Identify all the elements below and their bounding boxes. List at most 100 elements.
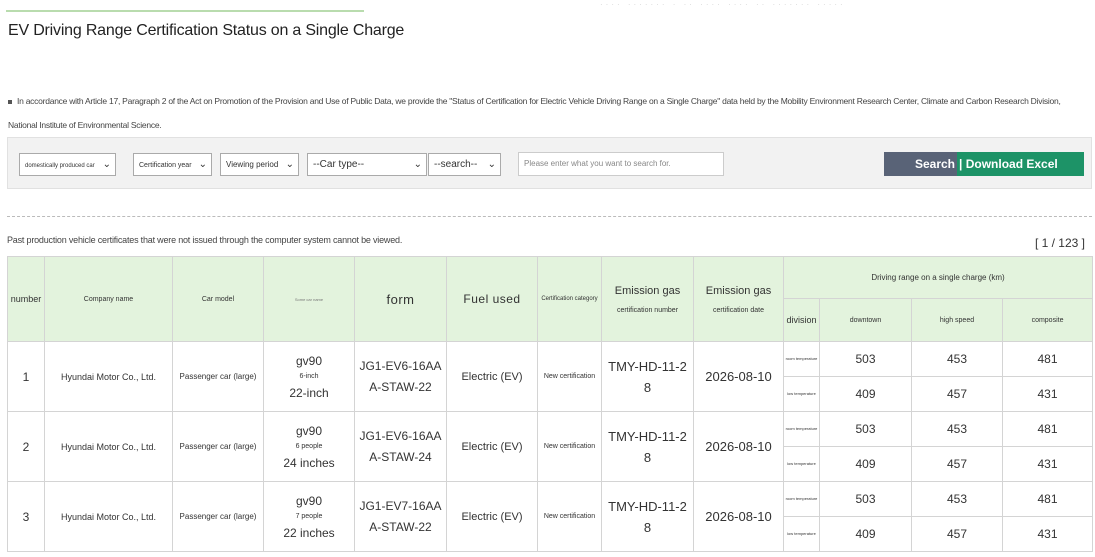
cell-composite: 431 [1001,446,1094,482]
cell-downtown: 409 [819,516,912,552]
cell-car-name: gv90 6 people 24 inches [263,411,355,482]
cell-high-speed: 457 [911,446,1003,482]
cell-high-speed: 453 [911,341,1003,377]
search-panel: domestically produced car ⌄ Certificatio… [7,137,1092,189]
cell-fuel: Electric (EV) [446,411,538,482]
cell-emission-date: 2026-08-10 [693,481,784,552]
cell-fuel: Electric (EV) [446,341,538,412]
car-type-select[interactable]: --Car type-- ⌄ [307,153,427,176]
emission-line-2: 8 [643,449,652,465]
car-trim: 7 people [295,512,323,520]
th-fuel: Fuel used [446,256,538,342]
cell-model: Passenger car (large) [172,341,264,412]
th-high-speed: high speed [911,298,1003,342]
certification-year-select[interactable]: Certification year ⌄ [133,153,212,176]
cell-number: 2 [7,411,45,482]
cell-high-speed: 457 [911,376,1003,412]
search-button[interactable]: Search [884,152,958,176]
chevron-down-icon: ⌄ [285,159,294,170]
cell-number: 3 [7,481,45,552]
cell-emission-date: 2026-08-10 [693,341,784,412]
cell-cert-category: New certification [537,481,602,552]
emission-line-2: 8 [643,379,652,395]
th-emission-date: Emission gas certification date [693,256,784,342]
chevron-down-icon: ⌄ [413,159,422,170]
th-emission-number-sub: certification number [616,306,679,314]
th-composite: composite [1001,298,1094,342]
chevron-down-icon: ⌄ [487,159,496,170]
form-line-2: A-STAW-22 [369,519,432,534]
cell-downtown: 409 [819,376,912,412]
origin-select-value: domestically produced car [25,163,95,169]
th-emission-number: Emission gas certification number [601,256,694,342]
table-row: 3 Hyundai Motor Co., Ltd. Passenger car (l… [7,481,1094,552]
certification-table: number Company name Car model Some car n… [7,256,1094,552]
form-line-1: JG1-EV7-16AA [359,498,442,513]
cell-composite: 481 [1001,481,1094,517]
emission-line-1: TMY-HD-11-2 [608,358,687,374]
cell-division: room temperature [783,411,820,447]
th-division: division [783,298,820,342]
th-model: Car model [172,256,264,342]
form-line-2: A-STAW-24 [369,449,432,464]
search-input[interactable]: Please enter what you want to search for… [518,152,724,176]
cell-high-speed: 453 [911,411,1003,447]
cell-number: 1 [7,341,45,412]
th-driving-range: Driving range on a single charge (km) [782,256,1094,299]
cell-downtown: 503 [819,481,912,517]
cell-model: Passenger car (large) [172,411,264,482]
th-form: form [354,256,447,342]
th-company: Company name [44,256,173,342]
th-emission-date-sub: certification date [713,306,764,314]
car-wheel: 24 inches [283,455,335,470]
cell-emission-number: TMY-HD-11-2 8 [601,481,694,552]
pagination-indicator[interactable]: [ 1 / 123 ] [1035,236,1085,250]
car-type-value: --Car type-- [313,159,365,170]
th-emission-number-label: Emission gas [614,284,681,297]
emission-line-1: TMY-HD-11-2 [608,428,687,444]
cell-company: Hyundai Motor Co., Ltd. [44,341,173,412]
cell-emission-date: 2026-08-10 [693,411,784,482]
th-downtown: downtown [819,298,912,342]
emission-line-2: 8 [643,519,652,535]
search-field-select[interactable]: --search-- ⌄ [428,153,501,176]
car-name: gv90 [295,353,323,368]
cell-division: low temperature [783,446,820,482]
table-body: 1 Hyundai Motor Co., Ltd. Passenger car (l… [7,341,1094,552]
th-number: number [7,256,45,342]
cell-car-name: gv90 7 people 22 inches [263,481,355,552]
th-emission-date-label: Emission gas [705,284,772,297]
notice-line-1: In accordance with Article 17, Paragraph… [17,96,949,106]
cell-emission-number: TMY-HD-11-2 8 [601,411,694,482]
origin-select[interactable]: domestically produced car ⌄ [19,153,116,176]
top-nav-faint: ···· ······· · ·· ···· ···· ·· ······· ·… [600,0,846,8]
cell-composite: 481 [1001,341,1094,377]
cell-division: room temperature [783,341,820,377]
viewing-period-value: Viewing period [226,160,279,169]
car-wheel: 22 inches [283,525,335,540]
download-excel-button[interactable]: | Download Excel [957,152,1084,176]
car-trim: 6 people [295,442,323,450]
form-line-2: A-STAW-22 [369,379,432,394]
table-row: 2 Hyundai Motor Co., Ltd. Passenger car (l… [7,411,1094,482]
th-car-name: Some car name [263,256,355,342]
cell-division: room temperature [783,481,820,517]
cell-company: Hyundai Motor Co., Ltd. [44,411,173,482]
cell-downtown: 503 [819,341,912,377]
car-wheel: 22-inch [289,385,329,400]
cell-composite: 481 [1001,411,1094,447]
cell-downtown: 409 [819,446,912,482]
cell-composite: 431 [1001,516,1094,552]
search-field-value: --search-- [434,159,478,170]
divider [7,216,1092,217]
chevron-down-icon: ⌄ [198,159,207,170]
cell-form: JG1-EV6-16AA A-STAW-22 [354,341,447,412]
table-row: 1 Hyundai Motor Co., Ltd. Passenger car (l… [7,341,1094,412]
cell-company: Hyundai Motor Co., Ltd. [44,481,173,552]
car-name: gv90 [295,423,323,438]
cell-car-name: gv90 6-inch 22-inch [263,341,355,412]
cell-form: JG1-EV7-16AA A-STAW-22 [354,481,447,552]
viewing-period-select[interactable]: Viewing period ⌄ [220,153,299,176]
cell-model: Passenger car (large) [172,481,264,552]
cell-downtown: 503 [819,411,912,447]
